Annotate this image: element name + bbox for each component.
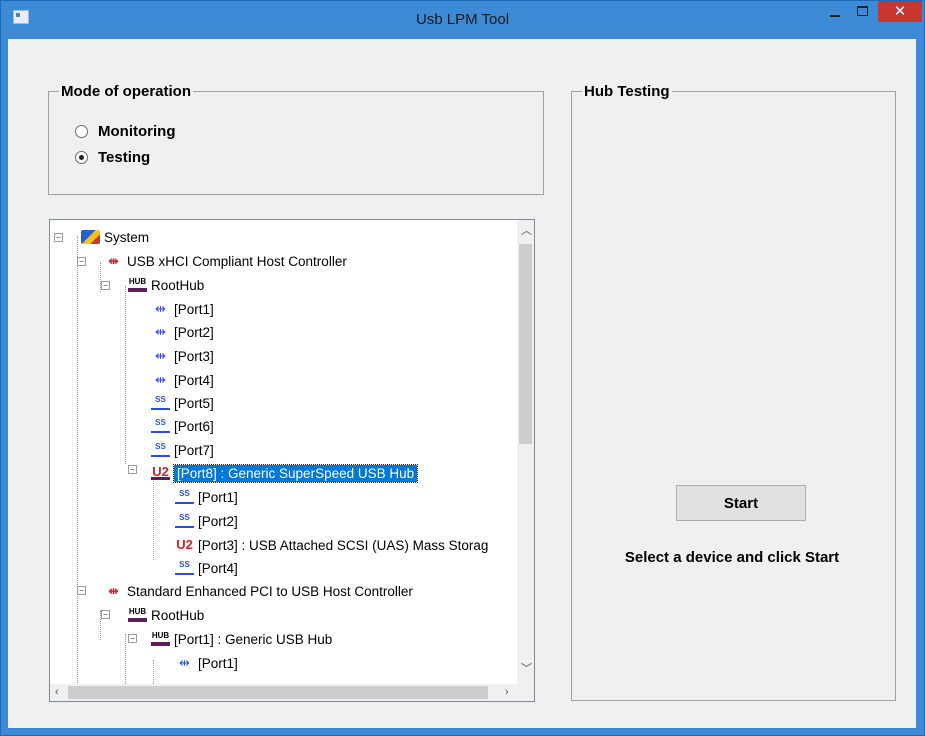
scroll-down-icon[interactable]: ﹀ [521,664,532,675]
u2-device-icon: U2 [176,537,193,552]
tree-node-hub-port2[interactable]: SS [Port2] [175,511,238,531]
tree-node-roothub[interactable]: HUB RootHub [128,275,204,295]
close-button[interactable]: ✕ [878,1,922,22]
mode-group: Mode of operation Monitoring Testing [48,83,544,195]
u2-hub-icon: U2 [151,464,170,480]
collapse-roothub-1[interactable]: − [101,281,110,290]
tree-node-hub-port3[interactable]: U2 [Port3] : USB Attached SCSI (UAS) Mass… [175,535,488,555]
testing-radio[interactable] [75,150,88,164]
tree-node-hub-port1[interactable]: SS [Port1] [175,487,238,507]
tree-node-xhci-controller[interactable]: ⇹ USB xHCI Compliant Host Controller [104,251,346,271]
testing-option[interactable]: Testing [75,147,150,167]
superspeed-port-icon: SS [175,561,194,575]
host-controller-icon: ⇹ [108,254,119,268]
scroll-left-icon[interactable]: ‹ [55,687,59,698]
hub-testing-group-label: Hub Testing [582,83,672,101]
collapse-system[interactable]: − [54,233,63,242]
usb-port-icon: ⇹ [155,301,166,316]
superspeed-port-icon: SS [151,419,170,433]
tree-node-roothub-2[interactable]: HUB RootHub [128,605,204,625]
app-window: Usb LPM Tool ✕ Mode of operation Monitor… [0,0,925,736]
tree-node-port3[interactable]: ⇹ [Port3] [151,346,214,366]
tree-node-port8-hub[interactable]: U2 [Port8] : Generic SuperSpeed USB Hub [151,463,419,483]
tree-vertical-scrollbar[interactable]: ︿ ﹀ [517,220,534,684]
usb-port-icon: ⇹ [179,655,190,670]
collapse-ehci[interactable]: − [77,586,86,595]
vertical-scroll-thumb[interactable] [519,244,532,444]
collapse-port8[interactable]: − [128,465,137,474]
tree-node-hub-port4[interactable]: SS [Port4] [175,558,238,578]
usb-port-icon: ⇹ [155,324,166,339]
close-icon: ✕ [893,3,907,20]
tree-node-generic-hub-port1[interactable]: ⇹ [Port1] [175,653,238,673]
host-controller-icon: ⇹ [108,584,119,598]
tree-node-port5[interactable]: SS [Port5] [151,393,214,413]
tree-node-port1[interactable]: ⇹ [Port1] [151,299,214,319]
monitoring-radio[interactable] [75,124,88,138]
tree-node-ehci-controller[interactable]: ⇹ Standard Enhanced PCI to USB Host Contr… [104,581,412,601]
device-tree[interactable]: − − − − − − − System ⇹ USB xHCI Compliant… [49,219,535,702]
tree-node-port7[interactable]: SS [Port7] [151,440,214,460]
scrollbar-corner [517,684,534,701]
window-title: Usb LPM Tool [415,11,510,28]
title-bar[interactable]: Usb LPM Tool ✕ [1,1,924,39]
maximize-button[interactable] [849,1,877,23]
start-hint: Select a device and click Start [624,549,840,566]
client-area: Mode of operation Monitoring Testing Hub… [8,39,916,728]
tree-node-port2[interactable]: ⇹ [Port2] [151,322,214,342]
monitoring-option[interactable]: Monitoring [75,121,175,141]
monitoring-label: Monitoring [98,122,176,140]
hub-icon: HUB [128,608,147,622]
horizontal-scroll-thumb[interactable] [68,686,488,699]
usb-port-icon: ⇹ [155,372,166,387]
hub-icon: HUB [151,632,170,646]
minimize-icon [830,15,840,17]
maximize-icon [857,6,868,16]
scroll-right-icon[interactable]: › [505,687,509,698]
minimize-button[interactable] [821,1,849,23]
hub-icon: HUB [128,278,147,292]
usb-port-icon: ⇹ [155,348,166,363]
tree-node-system[interactable]: System [81,227,149,247]
mode-group-label: Mode of operation [59,83,193,101]
collapse-roothub-2[interactable]: − [101,610,110,619]
testing-label: Testing [98,148,151,166]
collapse-xhci[interactable]: − [77,257,86,266]
superspeed-port-icon: SS [151,396,170,410]
tree-horizontal-scrollbar[interactable]: ‹ › [50,684,517,701]
tree-node-port6[interactable]: SS [Port6] [151,416,214,436]
superspeed-port-icon: SS [175,514,194,528]
start-button[interactable]: Start [676,485,806,521]
pc-icon [81,230,100,244]
scroll-up-icon[interactable]: ︿ [521,226,532,237]
hub-testing-group: Hub Testing [571,83,896,701]
superspeed-port-icon: SS [151,443,170,457]
superspeed-port-icon: SS [175,490,194,504]
tree-node-generic-hub[interactable]: HUB [Port1] : Generic USB Hub [151,629,332,649]
tree-node-port4[interactable]: ⇹ [Port4] [151,370,214,390]
collapse-generic-hub[interactable]: − [128,634,137,643]
